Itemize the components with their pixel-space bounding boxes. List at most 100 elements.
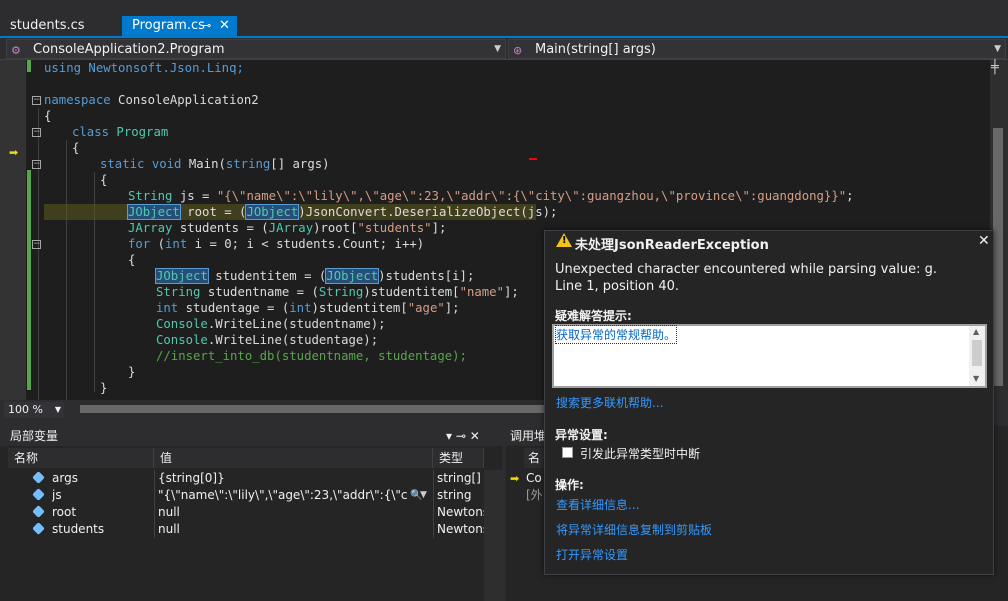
call-stack-row[interactable]: [外 (526, 487, 543, 504)
exception-title: 未处理JsonReaderException (575, 238, 769, 253)
grid-divider (433, 470, 434, 487)
using-statement: using Newtonsoft.Json.Linq; (44, 61, 244, 75)
locals-vertical-scrollbar[interactable] (484, 470, 502, 601)
locals-row[interactable]: root null Newtons (8, 504, 484, 521)
code-text: ]; (431, 221, 447, 235)
variable-name: students (52, 522, 105, 536)
column-header-type[interactable]: 类型 (433, 448, 484, 468)
keyword: namespace (44, 93, 111, 107)
chevron-down-icon: ▼ (994, 44, 1001, 54)
header-label: 名称 (14, 451, 39, 465)
column-header-value[interactable]: 值 (154, 448, 433, 468)
type-name: JArray (128, 221, 173, 235)
variable-icon (32, 471, 45, 484)
settings-heading: 异常设置: (555, 428, 608, 442)
copy-details-link[interactable]: 将异常详细信息复制到剪贴板 (556, 521, 712, 538)
break-on-exception-checkbox[interactable] (562, 447, 573, 458)
member-dropdown[interactable]: ⊛ Main(string[] args) ▼ (508, 39, 1006, 59)
grid-divider (154, 487, 155, 504)
scroll-thumb[interactable] (993, 128, 1003, 386)
code-text: .WriteLine(studentname); (207, 317, 386, 331)
keyword: static (100, 157, 145, 171)
code-line: String studentname = (String)studentitem… (156, 284, 519, 300)
variable-icon (32, 522, 45, 535)
window-buttons[interactable]: ▾ ⊸ ✕ (446, 426, 480, 446)
class-name: Program (109, 125, 169, 139)
type-name: Console (156, 317, 208, 331)
method-args: [] args) (270, 157, 330, 171)
collapse-namespace-icon[interactable]: − (32, 96, 41, 105)
chevron-down-icon[interactable]: ▼ (973, 374, 979, 383)
view-details-link[interactable]: 查看详细信息... (556, 496, 639, 513)
grid-divider (154, 504, 155, 521)
general-help-link[interactable]: 获取异常的常规帮助。 (554, 325, 678, 344)
code-text: JsonConvert.DeserializeObject(js); (305, 205, 558, 219)
code-line: { (44, 108, 51, 124)
code-text: ]; (503, 285, 519, 299)
code-line: static void Main(string[] args) (100, 156, 330, 172)
keyword: class (72, 125, 110, 139)
type-name: JObject (155, 268, 209, 284)
current-statement-arrow-icon: ➡ (9, 146, 19, 159)
keyword: for (128, 237, 151, 251)
keyword: int (156, 301, 179, 315)
grid-divider (433, 521, 434, 538)
brace: { (44, 109, 52, 123)
keyword: string (225, 157, 271, 171)
code-line: using Newtonsoft.Json.Linq; (44, 60, 244, 76)
variable-value: "{\"name\":\"lily\",\"age\":23,\"addr\":… (158, 488, 408, 502)
search-online-help-link[interactable]: 搜索更多联机帮助... (556, 394, 663, 411)
collapse-for-icon[interactable]: − (32, 240, 41, 249)
variable-value: null (158, 522, 180, 536)
zoom-dropdown[interactable]: 100 % ▼ (4, 402, 64, 418)
column-header-name[interactable]: 名称 (8, 448, 154, 468)
code-text: i = 0; i < students.Count; i++) (187, 237, 425, 251)
keyword: void (144, 157, 182, 171)
open-exception-settings-link[interactable]: 打开异常设置 (556, 546, 628, 563)
code-text: ( (150, 237, 166, 251)
close-icon[interactable]: ✕ (219, 16, 230, 36)
tab-label: Program.cs (132, 18, 205, 33)
variable-icon (32, 505, 45, 518)
close-icon[interactable]: ✕ (978, 233, 990, 249)
collapse-class-icon[interactable]: − (32, 128, 41, 137)
code-line: int studentage = (int)studentitem["age"]… (156, 300, 460, 316)
pin-icon[interactable]: ⊸ (202, 16, 211, 36)
variable-name: js (52, 488, 62, 502)
type-name: Console (156, 333, 208, 347)
indicator-margin[interactable] (0, 60, 26, 400)
chevron-down-icon[interactable]: ▼ (420, 487, 427, 504)
type-name: String (318, 285, 364, 299)
tab-students-cs[interactable]: students.cs (0, 16, 118, 36)
type-dropdown[interactable]: ⚙ ConsoleApplication2.Program ▼ (6, 39, 506, 59)
namespace-name: ConsoleApplication2 (110, 93, 259, 107)
string-literal: "name" (459, 285, 504, 299)
code-text: ) (298, 205, 306, 219)
call-stack-row[interactable]: Co (526, 470, 542, 487)
scroll-thumb[interactable] (972, 340, 982, 366)
locals-row[interactable]: js "{\"name\":\"lily\",\"age\":23,\"addr… (8, 487, 484, 504)
locals-row[interactable]: args {string[0]} string[] (8, 470, 484, 487)
header-label: 类型 (439, 451, 464, 465)
current-frame-arrow-icon: ➡ (510, 472, 520, 485)
tips-scrollbar[interactable]: ▲ ▼ (969, 326, 985, 386)
brace: { (128, 253, 136, 267)
split-icon[interactable]: ╪ (991, 60, 999, 75)
chevron-up-icon[interactable]: ▲ (973, 327, 979, 336)
collapse-method-icon[interactable]: − (32, 160, 41, 169)
tab-program-cs[interactable]: Program.cs ⊸ ✕ (122, 16, 237, 36)
grid-divider (433, 487, 434, 504)
break-on-exception-label[interactable]: 引发此异常类型时中断 (580, 445, 700, 462)
code-text: studentitem = ( (207, 269, 327, 283)
code-text: )students[i]; (378, 269, 475, 283)
code-line: //insert_into_db(studentname, studentage… (156, 348, 467, 364)
code-text: )studentitem[ (363, 285, 460, 299)
code-text: ]; (444, 301, 460, 315)
type-name: String (128, 189, 173, 203)
error-squiggle (529, 158, 537, 160)
grid-divider (433, 504, 434, 521)
locals-row[interactable]: students null Newtons (8, 521, 484, 538)
variable-name: root (52, 505, 77, 519)
editor-horizontal-scrollbar[interactable] (80, 405, 550, 413)
code-line-current: JObject root = (JObject)JsonConvert.Dese… (127, 204, 558, 220)
